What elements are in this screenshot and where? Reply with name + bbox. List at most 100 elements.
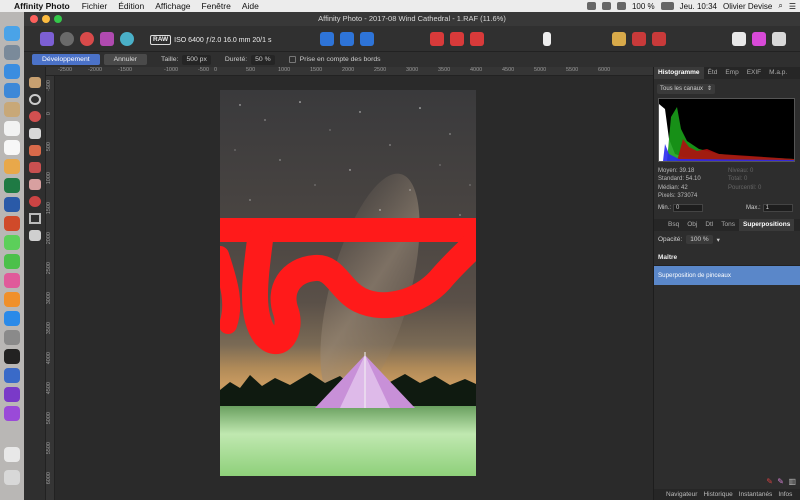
battery-icon[interactable] [660,2,674,10]
menu-window[interactable]: Fenêtre [202,1,231,11]
tab-basic[interactable]: Bsq [654,219,683,231]
color-swatch-icon[interactable] [732,32,746,46]
clock[interactable]: Jeu. 10:34 [680,2,717,11]
size-field[interactable]: 500 px [182,54,211,65]
tab-overlays[interactable]: Superpositions [739,219,795,231]
powerpoint-icon[interactable] [4,216,20,231]
add-brush-overlay-icon[interactable]: ✎ [766,477,773,486]
assistant-icon[interactable] [612,32,626,46]
lens-profile-icon[interactable] [543,32,551,46]
minimize-window-button[interactable] [42,15,50,23]
downloads-stack-icon[interactable] [4,447,20,462]
tab-lens[interactable]: Obj [683,219,701,231]
mirror-view-icon[interactable] [360,32,374,46]
spotlight-icon[interactable]: ⌕ [778,1,782,11]
export-persona-icon[interactable] [120,32,134,46]
channels-icon[interactable] [752,32,766,46]
reminders-icon[interactable] [4,140,20,155]
develop-button[interactable]: Développement [32,54,100,65]
layers-mode-icon[interactable] [772,32,786,46]
word-icon[interactable] [4,197,20,212]
menu-view[interactable]: Affichage [155,1,190,11]
tab-navigator[interactable]: Navigateur [654,489,700,500]
dropbox-icon[interactable] [586,2,596,10]
overlay-mode-icon[interactable] [320,32,334,46]
chevron-down-icon[interactable]: ▾ [717,236,720,244]
bluetooth-icon[interactable] [601,2,611,10]
tab-map[interactable]: M.a.p. [765,67,791,79]
hardness-field[interactable]: 50 % [251,54,275,65]
affinity-photo-icon[interactable] [4,406,20,421]
tab-studio[interactable]: Étd [704,67,722,79]
close-window-button[interactable] [30,15,38,23]
tab-tones[interactable]: Tons [717,219,739,231]
max-field[interactable]: 1 [762,204,793,212]
white-balance-tool-icon[interactable] [29,111,41,122]
menu-help[interactable]: Aide [242,1,259,11]
itunes-icon[interactable] [4,273,20,288]
tab-snapshots[interactable]: Instantanés [736,489,776,500]
develop-persona-icon[interactable] [80,32,94,46]
1password-icon[interactable] [4,368,20,383]
hand-tool-icon[interactable] [29,77,41,88]
liquify-persona-icon[interactable] [60,32,74,46]
contacts-icon[interactable] [4,102,20,117]
safari-icon[interactable] [4,64,20,79]
photo-persona-icon[interactable] [40,32,54,46]
zoom-window-button[interactable] [54,15,62,23]
overlay-brush-icon[interactable] [29,162,41,173]
overlay-eraser-icon[interactable] [29,179,41,190]
menu-file[interactable]: Fichier [82,1,108,11]
trash-icon[interactable]: ▥ [788,477,796,486]
night-sky-photo[interactable] [220,90,476,476]
menu-edit[interactable]: Édition [118,1,144,11]
min-field[interactable]: 0 [673,204,704,212]
layer-master[interactable]: Maître [654,250,800,266]
clipping-tones-icon[interactable] [470,32,484,46]
user-name[interactable]: Olivier Devise [723,2,772,11]
battery-percent[interactable]: 100 % [632,2,655,11]
clipping-shadows-icon[interactable] [430,32,444,46]
photos-icon[interactable] [4,159,20,174]
tab-history[interactable]: Historique [700,489,735,500]
magnet-icon[interactable] [652,32,666,46]
tab-histogram[interactable]: Histogramme [654,67,704,79]
channel-select[interactable]: Tous les canaux ⇕ [657,84,715,94]
zoom-tool-icon[interactable] [29,94,41,105]
app-menu[interactable]: Affinity Photo [14,1,70,11]
tone-mapping-persona-icon[interactable] [100,32,114,46]
terminal-icon[interactable] [4,349,20,364]
edge-checkbox[interactable] [288,56,296,63]
add-gradient-overlay-icon[interactable]: ✎ [777,477,784,486]
grid-icon[interactable] [632,32,646,46]
tab-details[interactable]: Dtl [701,219,717,231]
launchpad-icon[interactable] [4,45,20,60]
split-view-icon[interactable] [340,32,354,46]
opacity-field[interactable]: 100 % [686,235,713,244]
blemish-tool-icon[interactable] [29,230,41,241]
brush-tool-icon[interactable] [29,145,41,156]
facetime-icon[interactable] [4,254,20,269]
mail-icon[interactable] [4,83,20,98]
tab-swatches[interactable]: Emp [721,67,742,79]
document-canvas[interactable] [55,76,653,500]
wifi-icon[interactable] [616,2,626,10]
tab-exif[interactable]: EXIF [743,67,765,79]
app-store-icon[interactable] [4,311,20,326]
cancel-button[interactable]: Annuler [103,54,148,65]
system-preferences-icon[interactable] [4,330,20,345]
excel-icon[interactable] [4,178,20,193]
affinity-designer-icon[interactable] [4,387,20,402]
tab-info[interactable]: Infos [775,489,795,500]
trash-icon[interactable] [4,470,20,485]
messages-icon[interactable] [4,235,20,250]
notification-center-icon[interactable]: ☰ [789,2,796,11]
calendar-icon[interactable] [4,121,20,136]
ibooks-icon[interactable] [4,292,20,307]
finder-icon[interactable] [4,26,20,41]
clipping-highlights-icon[interactable] [450,32,464,46]
red-eye-tool-icon[interactable] [29,128,41,139]
gradient-overlay-icon[interactable] [29,196,41,207]
layer-brush-overlay[interactable]: Superposition de pinceaux [654,266,800,285]
crop-tool-icon[interactable] [29,213,41,224]
